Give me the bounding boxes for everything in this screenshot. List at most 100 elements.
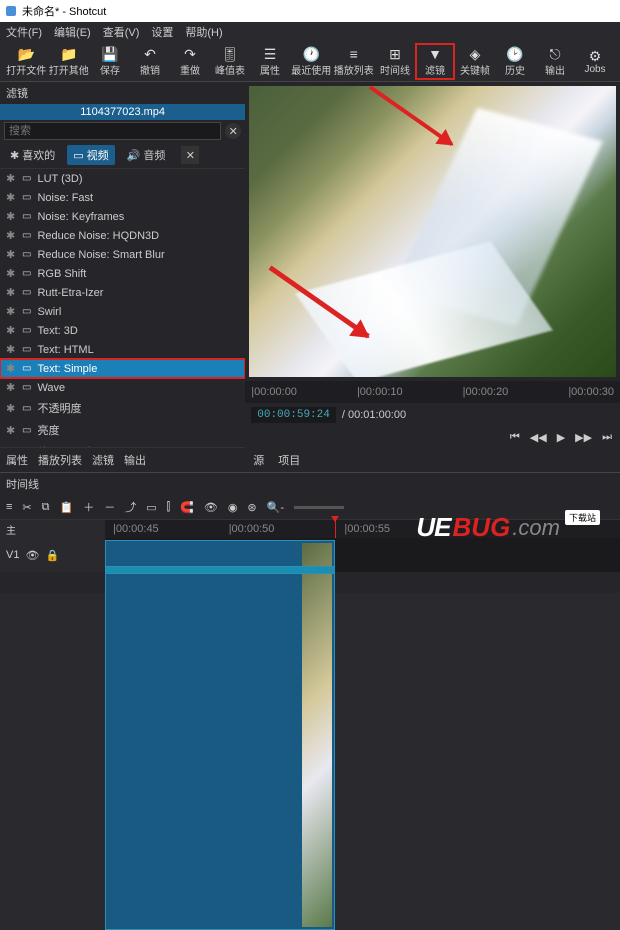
skip-end-icon[interactable]: ⏭ [602,431,612,444]
video-clip[interactable] [105,540,335,930]
star-icon[interactable]: ✱ [6,424,16,437]
keyframe-button[interactable]: ◈关键帧 [456,44,494,79]
star-icon[interactable]: ✱ [6,191,16,204]
tl-ripple-icon[interactable]: ◉ [228,501,238,514]
star-icon[interactable]: ✱ [6,381,16,394]
tab-audio[interactable]: 🔊音频 [121,145,172,165]
filter-item[interactable]: ✱▭Noise: Keyframes [0,207,245,226]
star-icon[interactable]: ✱ [6,324,16,337]
star-icon[interactable]: ✱ [6,210,16,223]
preview-ruler[interactable]: |00:00:00 |00:00:10 |00:00:20 |00:00:30 [245,381,620,403]
filter-button[interactable]: ▼滤镜 [416,44,454,79]
skip-start-icon[interactable]: ⏮ [510,431,520,444]
tl-rippleall-icon[interactable]: ⊛ [247,501,256,514]
tab-favorites[interactable]: ✱喜欢的 [4,145,61,165]
peak-button[interactable]: 🎚峰值表 [211,44,249,79]
menu-view[interactable]: 查看(V) [103,24,140,40]
tab-video[interactable]: ▭视频 [67,145,114,165]
filter-item[interactable]: ✱▭Wave [0,378,245,397]
filter-item[interactable]: ✱▭Text: HTML [0,340,245,359]
tl-add-icon[interactable]: ＋ [83,499,94,515]
tl-ruler-tick: |00:00:50 [229,523,275,535]
filter-item[interactable]: ✱▭Text: Simple [0,359,245,378]
star-icon[interactable]: ✱ [6,402,16,415]
star-icon[interactable]: ✱ [6,286,16,299]
filter-item[interactable]: ✱▭Reduce Noise: Smart Blur [0,245,245,264]
playlist-button-icon: ≡ [350,46,358,62]
tl-lift-icon[interactable]: ⤴ [125,499,136,515]
menu-edit[interactable]: 编辑(E) [54,24,91,40]
tl-remove-icon[interactable]: － [104,499,115,515]
filter-list[interactable]: ✱▭LUT (3D)✱▭Noise: Fast✱▭Noise: Keyframe… [0,169,245,447]
properties-button[interactable]: ☰属性 [251,44,289,79]
search-input[interactable] [4,122,221,140]
tab-source[interactable]: 源 [253,452,264,468]
save-button[interactable]: 💾保存 [91,44,129,79]
history-button[interactable]: 🕑历史 [496,44,534,79]
filter-item[interactable]: ✱▭Rutt-Etra-Izer [0,283,245,302]
clear-search-icon[interactable]: ✕ [225,123,241,139]
track-v1-header[interactable]: V1 👁 🔒 [0,538,105,572]
filter-item[interactable]: ✱▭Swirl [0,302,245,321]
properties-button-icon: ☰ [264,46,277,62]
track-v1-body[interactable] [105,538,620,572]
timeline-button[interactable]: ⊞时间线 [376,44,414,79]
star-icon[interactable]: ✱ [6,229,16,242]
tab-project[interactable]: 项目 [278,452,300,468]
tl-menu-icon[interactable]: ≡ [6,501,12,513]
tl-zoom-slider[interactable] [294,506,344,509]
export-button-icon: ⎋ [549,46,560,62]
tab-filters[interactable]: 滤镜 [92,452,114,468]
star-icon[interactable]: ✱ [6,362,16,375]
next-frame-icon[interactable]: ▶▶ [575,431,592,444]
menu-file[interactable]: 文件(F) [6,24,42,40]
tl-cut-icon[interactable]: ✂ [22,501,31,514]
jobs-button-icon: ⚙ [589,48,602,64]
current-file[interactable]: 1104377023.mp4 [0,104,245,120]
tab-properties[interactable]: 属性 [6,452,28,468]
star-icon[interactable]: ✱ [6,248,16,261]
filter-item[interactable]: ✱▭LUT (3D) [0,169,245,188]
menu-settings[interactable]: 设置 [151,24,173,40]
tl-scrub-icon[interactable]: 👁 [204,501,218,514]
filter-item[interactable]: ✱▭RGB Shift [0,264,245,283]
jobs-button[interactable]: ⚙Jobs [576,46,614,77]
toolbar: 📂打开文件📁打开其他💾保存↶撤销↷重做🎚峰值表☰属性🕐最近使用≡播放列表⊞时间线… [0,42,620,82]
filter-item[interactable]: ✱▭Reduce Noise: HQDN3D [0,226,245,245]
export-button[interactable]: ⎋输出 [536,44,574,79]
tab-playlist[interactable]: 播放列表 [38,452,82,468]
filter-item[interactable]: ✱▭Text: 3D [0,321,245,340]
audio-clip[interactable] [105,566,335,574]
video-icon: ▭ [22,287,31,298]
lock-icon[interactable]: 🔒 [45,549,59,562]
filter-item[interactable]: ✱▭亮度 [0,419,245,441]
timecode[interactable]: 00:00:59:24 [251,407,336,423]
star-icon[interactable]: ✱ [6,267,16,280]
menu-help[interactable]: 帮助(H) [185,24,222,40]
recent-button[interactable]: 🕐最近使用 [291,44,332,79]
tl-copy-icon[interactable]: ⧉ [42,501,50,514]
playlist-button[interactable]: ≡播放列表 [334,44,375,79]
star-icon[interactable]: ✱ [6,305,16,318]
track-master-label[interactable]: 主 [0,520,105,538]
filter-item[interactable]: ✱▭不透明度 [0,397,245,419]
tl-snap-icon[interactable]: 🧲 [180,501,194,514]
redo-button[interactable]: ↷重做 [171,44,209,79]
tab-export[interactable]: 输出 [124,452,146,468]
undo-button[interactable]: ↶撤销 [131,44,169,79]
close-tabs-icon[interactable]: ✕ [181,146,199,164]
tl-paste-icon[interactable]: 📋 [60,501,74,514]
open-other-button[interactable]: 📁打开其他 [49,44,90,79]
open-file-button[interactable]: 📂打开文件 [6,44,47,79]
tl-zoomout-icon[interactable]: 🔍- [267,501,284,514]
filter-item[interactable]: ✱▭Noise: Fast [0,188,245,207]
playhead[interactable] [335,520,336,538]
play-icon[interactable]: ▶ [557,431,565,444]
video-icon: ▭ [22,173,31,184]
prev-frame-icon[interactable]: ◀◀ [530,431,547,444]
tl-split-icon[interactable]: ⫿ [167,501,171,514]
star-icon[interactable]: ✱ [6,172,16,185]
tl-overwrite-icon[interactable]: ▭ [146,501,156,514]
star-icon[interactable]: ✱ [6,343,16,356]
eye-icon[interactable]: 👁 [25,549,39,562]
